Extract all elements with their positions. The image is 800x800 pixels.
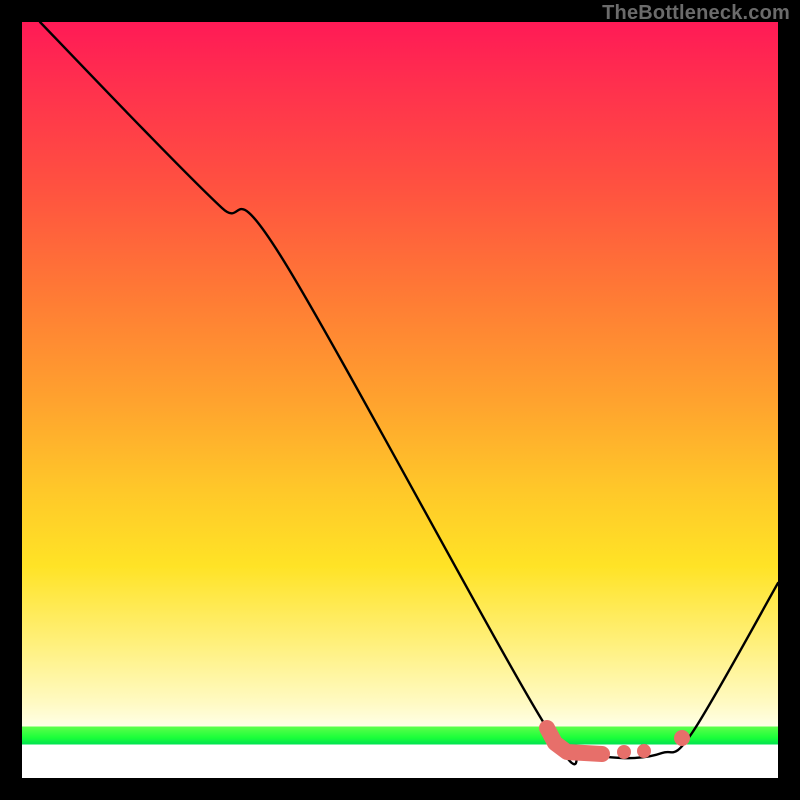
bottleneck-curve [40,22,778,764]
valley-segment-thick [547,728,602,754]
valley-dot-3 [674,730,690,746]
valley-dot-1 [617,745,631,759]
plot-area [22,22,778,778]
curve-layer [22,22,778,778]
valley-dot-2 [637,744,651,758]
chart-frame: TheBottleneck.com [0,0,800,800]
